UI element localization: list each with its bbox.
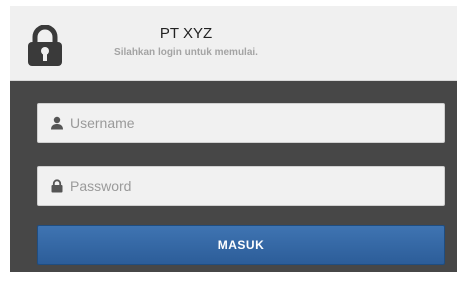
login-box: PT XYZ Silahkan login untuk memulai. Use… <box>10 6 457 272</box>
login-subtitle: Silahkan login untuk memulai. <box>114 47 258 58</box>
password-input[interactable] <box>70 167 438 205</box>
company-name: PT XYZ <box>159 25 213 42</box>
login-button[interactable]: MASUK <box>37 225 445 265</box>
username-input[interactable] <box>70 104 438 142</box>
login-page: PT XYZ Silahkan login untuk memulai. Use… <box>0 0 459 282</box>
login-form: MASUK <box>10 81 457 272</box>
header-text: PT XYZ Silahkan login untuk memulai. <box>76 25 296 59</box>
password-field[interactable] <box>37 166 445 206</box>
lock-small-icon <box>50 179 64 193</box>
username-field[interactable] <box>37 103 445 143</box>
lock-icon <box>25 24 65 67</box>
login-header: PT XYZ Silahkan login untuk memulai. <box>10 6 457 81</box>
user-icon <box>50 116 64 130</box>
